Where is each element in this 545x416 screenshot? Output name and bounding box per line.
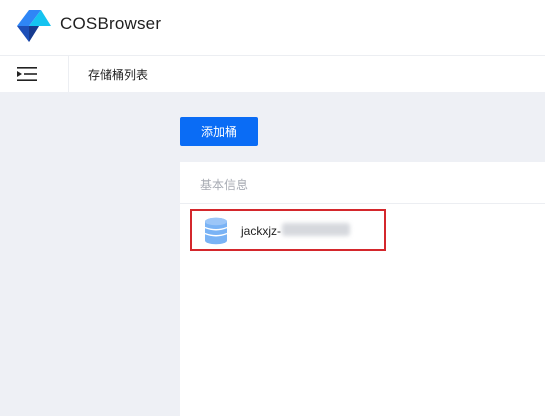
navigation-bar: 存储桶列表	[0, 56, 545, 92]
menu-toggle-button[interactable]	[0, 56, 69, 92]
add-bucket-button[interactable]: 添加桶	[180, 117, 258, 146]
panel-header: 基本信息	[180, 162, 545, 204]
breadcrumb: 存储桶列表	[88, 68, 149, 82]
database-icon	[204, 217, 228, 245]
bucket-name: jackxjz-	[241, 224, 282, 238]
app-header: COSBrowser	[0, 0, 545, 56]
main-content: 添加桶 基本信息 jackxjz-	[0, 92, 545, 416]
menu-indent-icon	[17, 67, 37, 81]
cos-logo-icon	[17, 10, 51, 42]
redacted-bucket-suffix	[282, 223, 350, 236]
bucket-list-item[interactable]: jackxjz-	[190, 209, 386, 251]
app-title: COSBrowser	[60, 14, 162, 33]
panel-title: 基本信息	[200, 178, 249, 192]
bucket-panel: 基本信息 jackxjz-	[180, 162, 545, 416]
